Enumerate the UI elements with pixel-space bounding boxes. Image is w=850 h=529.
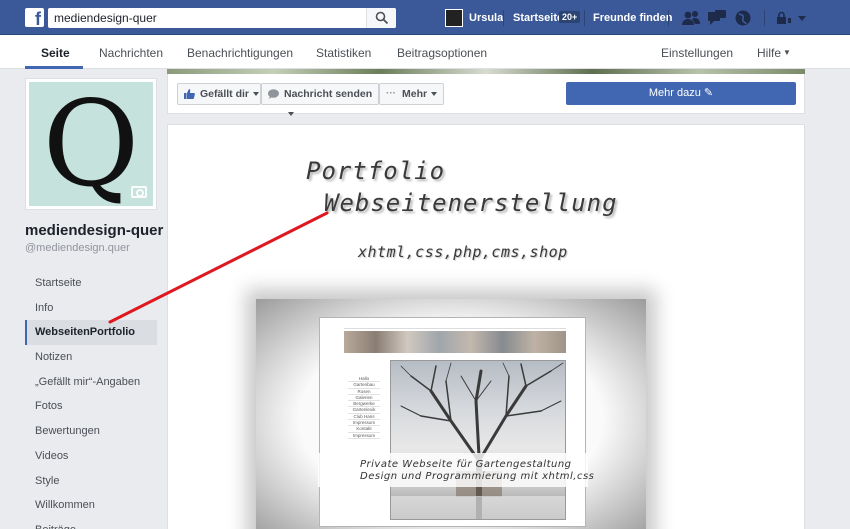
active-tab-indicator (25, 66, 83, 69)
mini-site-header (344, 321, 566, 329)
search-box (48, 8, 396, 28)
tree-image (391, 362, 565, 519)
tab-post-options[interactable]: Beitragsoptionen (397, 46, 487, 60)
mini-nav-item: Impressum (348, 433, 380, 439)
send-message-button[interactable]: Nachricht senden (261, 83, 379, 117)
mini-site-banner (344, 331, 566, 353)
tab-messages[interactable]: Nachrichten (99, 46, 163, 60)
mini-site-nav: Hallo Gartenbau Rosen Galerien Bergwerke… (348, 376, 380, 439)
sidebar-item-reviews[interactable]: Bewertungen (25, 419, 157, 444)
chevron-down-icon (253, 92, 260, 97)
send-message-label: Nachricht senden (284, 88, 373, 100)
friend-requests-icon[interactable] (681, 9, 701, 27)
lock-icon (777, 11, 806, 24)
chevron-down-icon: ▼ (783, 48, 791, 57)
top-navigation-bar: f Ursula Startseite 20+ Freunde finden (0, 0, 850, 35)
separator (764, 10, 765, 26)
find-friends-link[interactable]: Freunde finden (593, 12, 672, 24)
mini-site-tree-photo (390, 360, 566, 520)
tab-settings[interactable]: Einstellungen (661, 46, 733, 60)
thumbs-up-icon (184, 89, 195, 99)
sidebar-item-likes[interactable]: „Gefällt mir“-Angaben (25, 370, 157, 395)
sidebar-item-portfolio[interactable]: WebseitenPortfolio (25, 320, 157, 346)
tab-page[interactable]: Seite (41, 46, 70, 60)
like-button-label: Gefällt dir (200, 88, 250, 100)
tab-help[interactable]: Hilfe (757, 46, 781, 60)
more-dots-icon: ··· (386, 88, 396, 99)
notifications-globe-icon[interactable] (734, 9, 754, 27)
tab-notifications[interactable]: Benachrichtigungen (187, 46, 293, 60)
user-avatar[interactable] (445, 9, 463, 27)
post-subtitle: xhtml,css,php,cms,shop (358, 243, 568, 261)
page-tabs-bar: Seite Nachrichten Benachrichtigungen Sta… (0, 35, 850, 69)
sidebar-item-videos[interactable]: Videos (25, 444, 157, 469)
learn-more-label: Mehr dazu (648, 87, 701, 99)
tab-statistics[interactable]: Statistiken (316, 46, 371, 60)
search-input[interactable] (48, 8, 366, 28)
like-button[interactable]: Gefällt dir (177, 83, 261, 105)
sidebar-item-info[interactable]: Info (25, 296, 157, 321)
separator (584, 10, 585, 26)
search-icon (375, 11, 389, 25)
camera-icon[interactable] (131, 186, 147, 198)
caption-line-1: Private Webseite für Gartengestaltung (360, 459, 572, 470)
chevron-down-icon (431, 92, 438, 97)
post-title-line-1: Portfolio (306, 157, 446, 185)
more-label: Mehr (402, 88, 428, 100)
facebook-logo-icon[interactable]: f (25, 8, 44, 27)
messages-icon[interactable] (707, 9, 727, 27)
user-name-link[interactable]: Ursula (469, 12, 503, 24)
caption-line-2: Design und Programmierung mit xhtml,css (360, 471, 595, 482)
sidebar-item-style[interactable]: Style (25, 469, 157, 494)
home-link[interactable]: Startseite (513, 12, 563, 24)
post-title-line-2: Webseitenerstellung (324, 189, 618, 217)
chevron-down-icon (288, 112, 294, 117)
page-username[interactable]: @mediendesign.quer (25, 242, 130, 254)
pencil-icon: ✎ (703, 87, 714, 99)
profile-image: Q (29, 82, 153, 206)
separator (503, 10, 504, 26)
page-side-menu: Startseite Info WebseitenPortfolio Notiz… (25, 271, 157, 529)
separator (668, 10, 669, 26)
page-action-bar: Gefällt dir Nachricht senden ··· Mehr Me… (167, 74, 805, 117)
account-menu[interactable] (776, 11, 808, 28)
home-badge: 20+ (559, 11, 581, 23)
profile-picture[interactable]: Q (25, 78, 157, 210)
page-title[interactable]: mediendesign-quer (25, 222, 163, 239)
sidebar-item-welcome[interactable]: Willkommen (25, 493, 157, 518)
pinned-post: Portfolio Webseitenerstellung xhtml,css,… (167, 124, 805, 529)
mini-nav-item: Gartenlexik (348, 407, 380, 414)
sidebar-item-home[interactable]: Startseite (25, 271, 157, 296)
sidebar-item-posts[interactable]: Beiträge (25, 518, 157, 529)
more-button[interactable]: ··· Mehr (379, 83, 444, 105)
sidebar-item-notes[interactable]: Notizen (25, 345, 157, 370)
sidebar-item-photos[interactable]: Fotos (25, 394, 157, 419)
website-screenshot[interactable]: Hallo Gartenbau Rosen Galerien Bergwerke… (319, 317, 586, 527)
message-bubble-icon (268, 89, 279, 99)
learn-more-button[interactable]: Mehr dazu ✎ (566, 82, 796, 105)
search-button[interactable] (366, 8, 396, 28)
